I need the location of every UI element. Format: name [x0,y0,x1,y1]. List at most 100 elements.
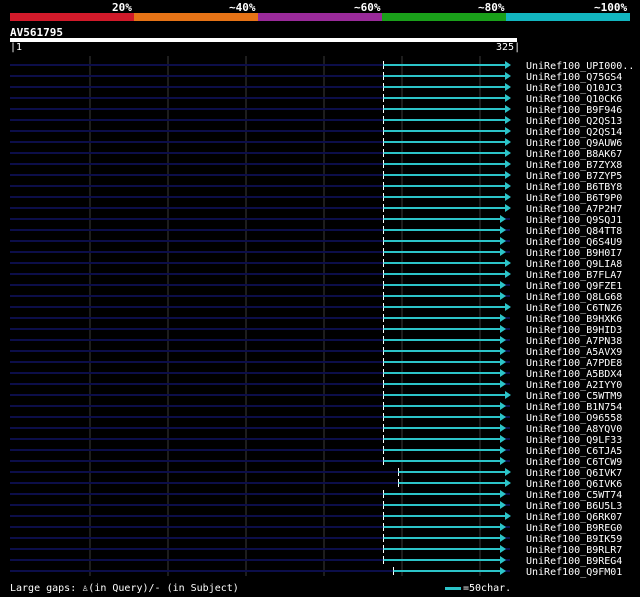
hit-arrow-icon [505,127,511,135]
legend-bar-100 [506,13,630,21]
hit-arrow-icon [500,567,506,575]
hit-arrow-icon [500,457,506,465]
hit-arrow-icon [500,490,506,498]
hit-label: UniRef100_UPI000.. [526,61,634,72]
hit-arrow-icon [500,424,506,432]
hit-label: UniRef100_Q2QS14 [526,127,622,138]
hit-arrow-icon [500,336,506,344]
hit-label: UniRef100_Q8LG68 [526,292,622,303]
gaps-legend: Large gaps: ♙(in Query)/- (in Subject) [10,583,239,594]
hit-arrow-icon [500,556,506,564]
hit-label: UniRef100_Q84TT8 [526,226,622,237]
hit-label: UniRef100_B9RLR7 [526,545,622,556]
hit-arrow-icon [505,479,511,487]
hit-label: UniRef100_A8YQV0 [526,424,622,435]
scale-label: =50char. [463,583,512,594]
hit-arrow-icon [505,512,511,520]
hit-arrow-icon [500,534,506,542]
hit-arrow-icon [500,402,506,410]
legend-bar-20 [10,13,134,21]
hit-arrow-icon [505,204,511,212]
hit-label: UniRef100_B7ZYX8 [526,160,622,171]
hit-arrow-icon [505,391,511,399]
hit-label: UniRef100_Q6RK07 [526,512,622,523]
hit-label: UniRef100_A5BDX4 [526,369,622,380]
query-ruler [10,38,517,42]
hit-label: UniRef100_A7P2H7 [526,204,622,215]
hit-label: UniRef100_B6TBY8 [526,182,622,193]
hit-arrow-icon [505,105,511,113]
hit-arrow-icon [500,413,506,421]
hit-arrow-icon [500,545,506,553]
hit-label: UniRef100_Q9LIA8 [526,259,622,270]
hit-label: UniRef100_A5AVX9 [526,347,622,358]
hit-label: UniRef100_B1N754 [526,402,622,413]
hit-label: UniRef100_B9HID3 [526,325,622,336]
alignment-plot: UniRef100_UPI000..UniRef100_Q75GS4UniRef… [10,56,634,578]
hit-arrow-icon [500,446,506,454]
ruler-end-label: 325| [496,42,521,53]
hit-label: UniRef100_B9H0I7 [526,248,622,259]
hit-label: UniRef100_Q75GS4 [526,72,622,83]
hit-label: UniRef100_A7PN38 [526,336,622,347]
hit-arrow-icon [500,435,506,443]
hit-arrow-icon [505,160,511,168]
hit-arrow-icon [505,116,511,124]
hit-label: UniRef100_A7PDE8 [526,358,622,369]
hit-label: UniRef100_Q6IVK6 [526,479,622,490]
hit-arrow-icon [500,523,506,531]
hit-arrow-icon [505,259,511,267]
hit-label: UniRef100_Q10CK6 [526,94,622,105]
hit-label: UniRef100_Q9FM01 [526,567,622,578]
hit-label: UniRef100_B9HXK6 [526,314,622,325]
hit-arrow-icon [500,325,506,333]
hit-arrow-icon [505,303,511,311]
gaps-text: (in Query)/- (in Subject) [88,583,239,594]
hit-arrow-icon [500,501,506,509]
hit-arrow-icon [505,468,511,476]
hit-arrow-icon [505,83,511,91]
hit-label: UniRef100_C6TCW9 [526,457,622,468]
hit-arrow-icon [505,182,511,190]
hit-label: UniRef100_B6U5L3 [526,501,622,512]
hit-label: UniRef100_A2IYY0 [526,380,622,391]
hit-label: UniRef100_B8AK67 [526,149,622,160]
hit-label: UniRef100_B9REG0 [526,523,622,534]
gaps-label: Large gaps: [10,583,77,594]
hit-arrow-icon [500,314,506,322]
hit-label: UniRef100_B7ZYP5 [526,171,622,182]
legend-bar-40 [134,13,258,21]
hit-arrow-icon [500,358,506,366]
hit-label: UniRef100_Q10JC3 [526,83,622,94]
hit-arrow-icon [505,270,511,278]
hit-label: UniRef100_B7FLA7 [526,270,622,281]
legend-bar-80 [382,13,506,21]
hit-label: UniRef100_B9F946 [526,105,622,116]
ruler-start-label: |1 [10,42,23,53]
hit-arrow-icon [500,215,506,223]
hit-arrow-icon [500,237,506,245]
hit-label: UniRef100_O96558 [526,413,622,424]
legend-bar-60 [258,13,382,21]
hit-arrow-icon [505,193,511,201]
hit-label: UniRef100_C6TNZ6 [526,303,622,314]
hit-label: UniRef100_C6TJA5 [526,446,622,457]
hit-label: UniRef100_Q9AUW6 [526,138,622,149]
hit-arrow-icon [505,94,511,102]
hit-arrow-icon [500,248,506,256]
hit-arrow-icon [500,281,506,289]
hit-arrow-icon [505,149,511,157]
hit-label: UniRef100_C5WT74 [526,490,622,501]
hit-arrow-icon [500,347,506,355]
hit-arrow-icon [505,61,511,69]
scale-legend: =50char. [445,583,511,594]
hit-arrow-icon [505,171,511,179]
hit-label: UniRef100_Q9SQJ1 [526,215,622,226]
hit-arrow-icon [505,72,511,80]
hit-label: UniRef100_Q6IVK7 [526,468,622,479]
hit-arrow-icon [500,380,506,388]
hit-arrow-icon [500,292,506,300]
hit-label: UniRef100_C5WTM9 [526,391,622,402]
hit-label: UniRef100_Q9FZE1 [526,281,622,292]
hit-label: UniRef100_Q2QS13 [526,116,622,127]
